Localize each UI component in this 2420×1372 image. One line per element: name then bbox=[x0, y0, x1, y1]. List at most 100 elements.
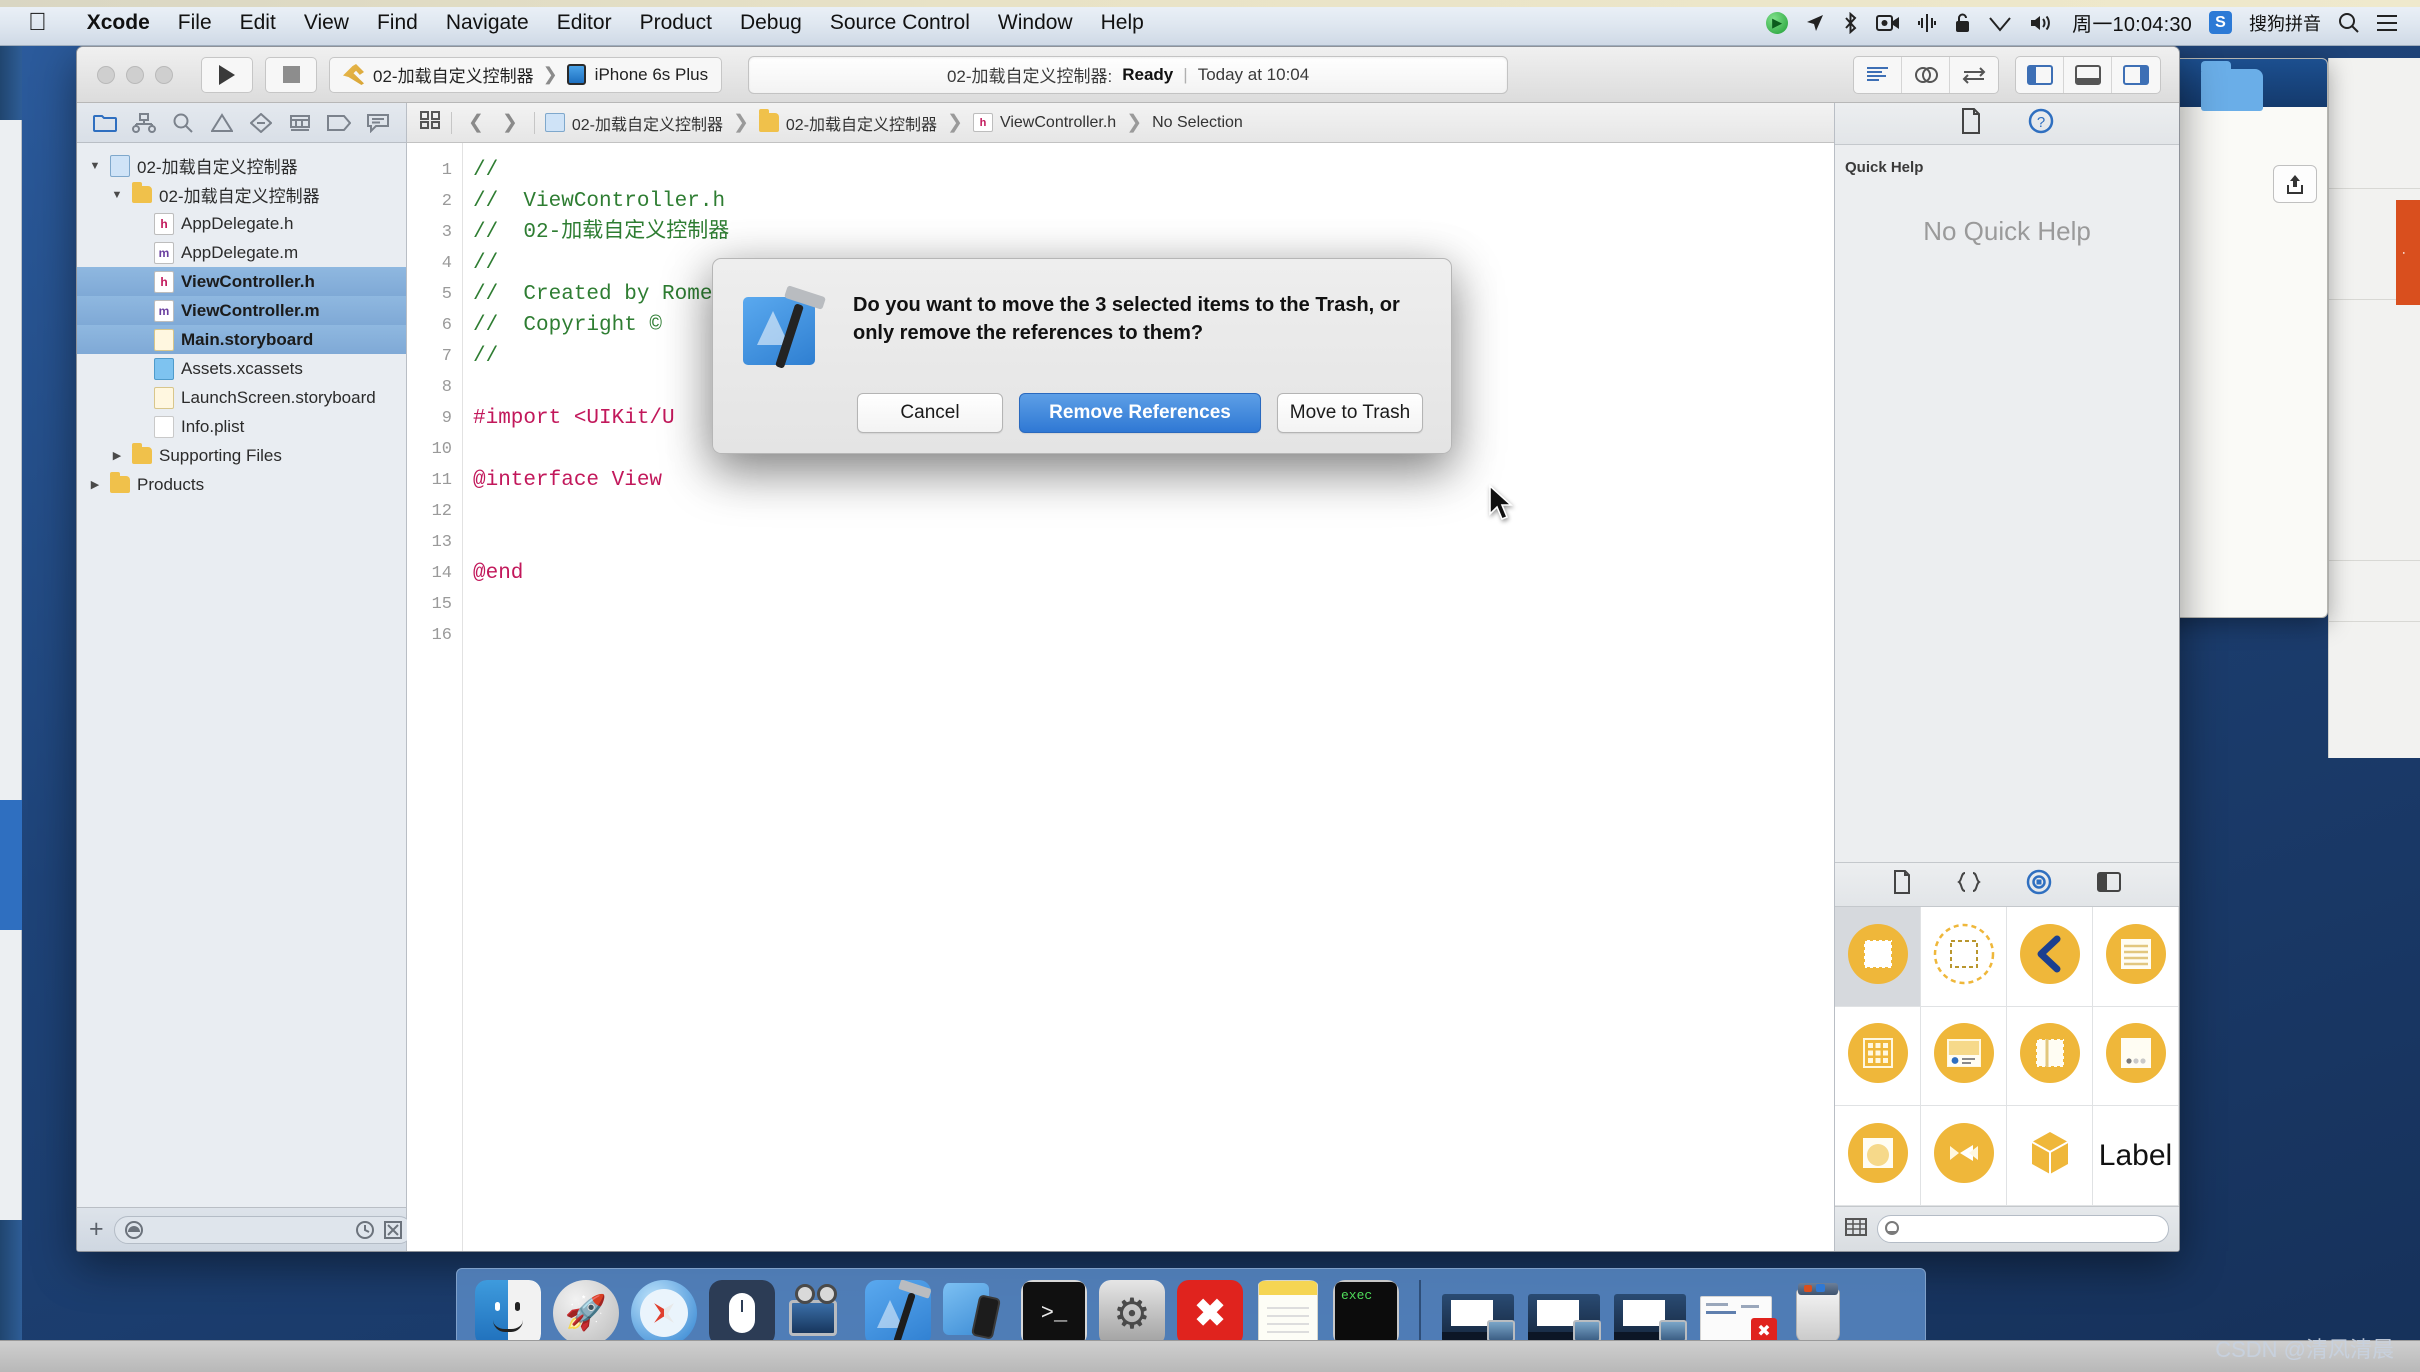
code-snippet-library-icon[interactable] bbox=[1956, 871, 1982, 898]
menu-bar-clock[interactable]: 周一10:04:30 bbox=[2072, 8, 2192, 37]
input-method-badge-icon[interactable]: S bbox=[2209, 11, 2232, 34]
lock-icon[interactable] bbox=[1954, 12, 1971, 33]
toggle-debug-area-icon[interactable] bbox=[2064, 56, 2112, 93]
navigator-filter-input[interactable] bbox=[149, 1221, 349, 1238]
record-indicator-icon[interactable]: ▶ bbox=[1766, 11, 1789, 34]
share-button[interactable] bbox=[2273, 165, 2317, 203]
breadcrumb-item[interactable]: 02-加载自定义控制器 bbox=[544, 111, 723, 135]
menu-item-file[interactable]: File bbox=[164, 11, 226, 35]
spotlight-search-icon[interactable] bbox=[2338, 12, 2359, 33]
dock-item-terminal[interactable]: >_ bbox=[1019, 1276, 1089, 1346]
menu-item-editor[interactable]: Editor bbox=[543, 11, 626, 35]
menu-item-find[interactable]: Find bbox=[363, 11, 432, 35]
tree-item-assets.xcassets[interactable]: Assets.xcassets bbox=[77, 354, 406, 383]
tree-item-02[interactable]: ▼ 02-加载自定义控制器 bbox=[77, 180, 406, 209]
dock-item-finder[interactable] bbox=[473, 1276, 543, 1355]
disclosure-triangle[interactable]: ▶ bbox=[109, 449, 125, 462]
report-navigator-icon[interactable] bbox=[363, 110, 393, 136]
quick-help-inspector-icon[interactable]: ? bbox=[2028, 108, 2054, 139]
background-orange-tab[interactable]: . bbox=[2396, 200, 2420, 305]
zoom-window-button[interactable] bbox=[155, 65, 173, 84]
dock-minimized-minimized-window-3[interactable] bbox=[1611, 1280, 1689, 1342]
dock-item-xmind[interactable]: ✖ bbox=[1175, 1276, 1245, 1355]
breakpoint-navigator-icon[interactable] bbox=[324, 110, 354, 136]
object-library-grid[interactable]: Label bbox=[1835, 907, 2179, 1207]
library-item-avkit-player-controller-object[interactable] bbox=[1921, 1106, 2007, 1206]
dock-item-quicktime-player[interactable] bbox=[785, 1276, 855, 1355]
menu-item-edit[interactable]: Edit bbox=[226, 11, 290, 35]
toggle-navigator-icon[interactable] bbox=[2016, 56, 2064, 93]
tree-item-supportingfiles[interactable]: ▶ Supporting Files bbox=[77, 441, 406, 470]
menu-item-navigate[interactable]: Navigate bbox=[432, 11, 543, 35]
menu-item-source-control[interactable]: Source Control bbox=[816, 11, 984, 35]
remove-references-button[interactable]: Remove References bbox=[1019, 393, 1261, 433]
breadcrumb-item[interactable]: h ViewController.h bbox=[972, 113, 1116, 132]
library-item-object-placeholder[interactable] bbox=[2007, 1106, 2093, 1206]
menu-item-xcode[interactable]: Xcode bbox=[73, 11, 164, 35]
breadcrumb[interactable]: 02-加载自定义控制器 ❯ 02-加载自定义控制器 ❯ h ViewController.… bbox=[544, 109, 1243, 135]
menu-item-help[interactable]: Help bbox=[1087, 11, 1158, 35]
assistant-editor-icon[interactable] bbox=[1902, 56, 1950, 93]
issue-navigator-icon[interactable] bbox=[207, 110, 237, 136]
library-item-navigation-controller-object[interactable] bbox=[2007, 907, 2093, 1007]
stop-button[interactable] bbox=[265, 56, 317, 93]
editor-mode-segment[interactable] bbox=[1853, 55, 1999, 94]
cancel-button[interactable]: Cancel bbox=[857, 393, 1003, 433]
object-library-icon[interactable] bbox=[2026, 869, 2052, 900]
library-item-split-view-controller-object[interactable] bbox=[2007, 1006, 2093, 1107]
menu-item-product[interactable]: Product bbox=[626, 11, 726, 35]
library-item-table-view-controller-object[interactable] bbox=[2093, 907, 2179, 1007]
add-file-button[interactable]: + bbox=[89, 1217, 104, 1242]
dock-item-notes[interactable] bbox=[1253, 1276, 1323, 1355]
find-navigator-icon[interactable] bbox=[168, 110, 198, 136]
navigator-filter-field[interactable] bbox=[113, 1215, 413, 1244]
apple-logo-icon[interactable]:  bbox=[28, 10, 47, 35]
library-item-view-controller-object[interactable] bbox=[1921, 907, 2007, 1007]
library-item-label-object[interactable]: Label bbox=[2093, 1106, 2179, 1206]
disclosure-triangle[interactable]: ▶ bbox=[87, 478, 103, 491]
dock-minimized-minimized-window-1[interactable] bbox=[1439, 1280, 1517, 1342]
tree-item-appdelegate.h[interactable]: h AppDelegate.h bbox=[77, 209, 406, 238]
location-arrow-icon[interactable] bbox=[1805, 13, 1825, 33]
dock-item-xcode[interactable] bbox=[863, 1276, 933, 1355]
media-library-icon[interactable] bbox=[2096, 871, 2122, 898]
screen-record-icon[interactable] bbox=[1876, 14, 1900, 32]
menu-item-debug[interactable]: Debug bbox=[726, 11, 816, 35]
window-traffic-lights[interactable] bbox=[97, 65, 173, 84]
volume-icon[interactable] bbox=[2029, 13, 2055, 33]
tree-item-launchscreen.storyboard[interactable]: LaunchScreen.storyboard bbox=[77, 383, 406, 412]
related-items-icon[interactable] bbox=[419, 110, 441, 135]
dock-item-launchpad[interactable]: 🚀 bbox=[551, 1276, 621, 1346]
breadcrumb-item[interactable]: No Selection bbox=[1152, 114, 1243, 132]
dock-item-trash[interactable] bbox=[1783, 1276, 1853, 1346]
dock-item-mouse-app[interactable] bbox=[707, 1276, 777, 1355]
chevron-right-icon[interactable]: ❯ bbox=[502, 111, 518, 134]
library-item-view-object[interactable] bbox=[1835, 907, 1921, 1007]
dock-item-xcode-simulator[interactable] bbox=[941, 1276, 1011, 1355]
tree-item-viewcontroller.m[interactable]: m ViewController.m bbox=[77, 296, 406, 325]
menu-item-window[interactable]: Window bbox=[984, 11, 1087, 35]
dock-item-system-preferences[interactable]: ⚙ bbox=[1097, 1276, 1167, 1346]
view-toggle-segment[interactable] bbox=[2015, 55, 2161, 94]
move-to-trash-button[interactable]: Move to Trash bbox=[1277, 393, 1423, 433]
library-item-collection-view-controller-object[interactable] bbox=[1835, 1006, 1921, 1107]
test-navigator-icon[interactable] bbox=[246, 110, 276, 136]
tree-item-appdelegate.m[interactable]: m AppDelegate.m bbox=[77, 238, 406, 267]
dock-item-safari[interactable] bbox=[629, 1276, 699, 1346]
project-navigator-icon[interactable] bbox=[90, 110, 120, 136]
tree-item-viewcontroller.h[interactable]: h ViewController.h bbox=[77, 267, 406, 296]
chevron-left-icon[interactable]: ❮ bbox=[468, 111, 484, 134]
tree-item-main.storyboard[interactable]: Main.storyboard bbox=[77, 325, 406, 354]
library-item-tab-bar-controller-object[interactable] bbox=[1921, 1006, 2007, 1107]
run-button[interactable] bbox=[201, 56, 253, 93]
bluetooth-icon[interactable] bbox=[1842, 11, 1859, 34]
dock-item-iterm[interactable]: exec bbox=[1331, 1276, 1401, 1355]
minimize-window-button[interactable] bbox=[126, 65, 144, 84]
library-item-glkit-view-controller-object[interactable] bbox=[1835, 1106, 1921, 1206]
file-template-library-icon[interactable] bbox=[1892, 870, 1912, 899]
file-inspector-icon[interactable] bbox=[1960, 108, 1982, 139]
library-grid-view-icon[interactable] bbox=[1845, 1217, 1867, 1241]
library-item-page-view-controller-object[interactable] bbox=[2093, 1006, 2179, 1107]
close-window-button[interactable] bbox=[97, 65, 115, 84]
input-method-label[interactable]: 搜狗拼音 bbox=[2249, 10, 2321, 36]
